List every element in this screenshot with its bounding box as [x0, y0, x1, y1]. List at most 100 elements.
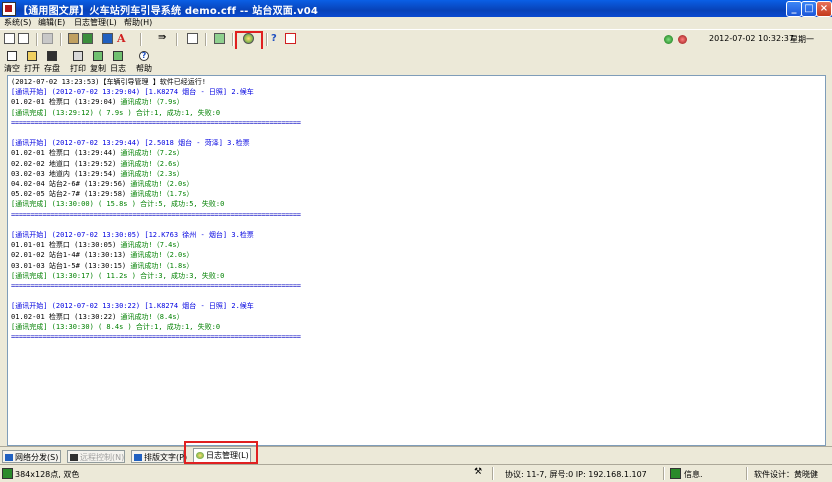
- tab-label: 远程控制(N): [80, 453, 125, 462]
- status-info: 信息.: [684, 470, 703, 479]
- layout-icon: [134, 454, 142, 461]
- log-line: ========================================…: [11, 118, 301, 127]
- log-success-text: 通讯成功!（2.0s）: [130, 251, 194, 260]
- tab-label: 排版文字(P): [144, 453, 188, 462]
- print-label: 打印: [70, 64, 86, 73]
- log-line: ========================================…: [11, 282, 301, 290]
- save-button[interactable]: 存盘: [43, 50, 61, 74]
- log-success-text: 通讯成功!（2.6s）: [120, 159, 184, 168]
- log-line: ========================================…: [11, 333, 301, 341]
- log-success-text: 通讯成功!（1.8s）: [130, 261, 194, 270]
- menu-system[interactable]: 系统(S): [4, 17, 31, 29]
- tools-icon[interactable]: [68, 33, 79, 44]
- remote-icon: [70, 454, 78, 461]
- log-entry-text: 04.02-04 站台2-6# (13:29:56): [11, 180, 131, 188]
- status-separator: [663, 467, 665, 480]
- picture-icon[interactable]: [82, 33, 93, 44]
- tab-network-distribution[interactable]: 网络分发(S): [2, 450, 61, 463]
- copy-label: 复制: [90, 64, 106, 73]
- help-label: 帮助: [136, 64, 152, 73]
- maximize-button[interactable]: □: [801, 1, 817, 17]
- help-icon[interactable]: ?: [271, 33, 282, 44]
- monitor-icon[interactable]: [102, 33, 113, 44]
- log-line: 04.02-04 站台2-6# (13:29:56) 通讯成功!（2.0s）: [11, 180, 193, 188]
- app-icon[interactable]: [2, 2, 16, 16]
- tab-label: 网络分发(S): [15, 453, 59, 462]
- menu-edit[interactable]: 编辑(E): [38, 17, 65, 29]
- menu-bar: 系统(S) 编辑(E) 日志管理(L) 帮助(H): [0, 17, 832, 29]
- log-button[interactable]: 日志: [109, 50, 127, 74]
- print-button[interactable]: 打印: [69, 50, 87, 74]
- clear-button[interactable]: 清空: [3, 50, 21, 74]
- printer-icon: [73, 51, 83, 61]
- save-disk-icon: [47, 51, 57, 61]
- minimize-button[interactable]: _: [786, 1, 802, 17]
- toolbar-separator: [205, 33, 207, 46]
- log-line: 01.02-01 检票口 (13:29:44) 通讯成功!（7.2s）: [11, 149, 184, 157]
- tab-remote-control[interactable]: 远程控制(N): [67, 450, 125, 463]
- close-button[interactable]: ×: [816, 1, 832, 17]
- toolbar-separator: [36, 33, 38, 46]
- log-line: 01.02-01 检票口 (13:30:22) 通讯成功!（8.4s）: [11, 313, 184, 321]
- title-bar[interactable]: 【通用图文屏】火车站列车引导系统 demo.cff -- 站台双面.v04 _ …: [0, 0, 832, 17]
- tools-status-icon: ⚒: [474, 467, 483, 477]
- datetime-display: 2012-07-02 10:32:37: [709, 34, 794, 43]
- log-line: ========================================…: [11, 210, 301, 219]
- toolbar-separator: [266, 33, 268, 46]
- log-line: 01.01-01 检票口 (13:30:05) 通讯成功!（7.4s）: [11, 241, 184, 249]
- display-icon: [2, 468, 13, 479]
- font-icon[interactable]: A: [117, 33, 128, 44]
- log-line: 05.02-05 站台2-7# (13:29:58) 通讯成功!（1.7s）: [11, 190, 193, 198]
- log-success-text: 通讯成功!（7.4s）: [120, 241, 184, 250]
- log-success-text: 通讯成功!（1.7s）: [130, 190, 194, 199]
- log-entry-text: 05.02-05 站台2-7# (13:29:58): [11, 190, 131, 199]
- document-icon[interactable]: [214, 33, 225, 44]
- copy-button[interactable]: 复制: [89, 50, 107, 74]
- log-panel[interactable]: (2012-07-02 13:23:53)【车辆引导管理 】软件已经运行! [通讯…: [7, 75, 826, 446]
- tab-bar: 网络分发(S) 远程控制(N) 排版文字(P) 日志管理(L): [0, 441, 832, 465]
- log-line: 01.02-01 检票口 (13:29:04) 通讯成功!（7.9s）: [11, 98, 184, 106]
- log-entry-text: 01.01-01 检票口 (13:30:05): [11, 241, 121, 250]
- window-title: 【通用图文屏】火车站列车引导系统 demo.cff -- 站台双面.v04: [18, 6, 319, 17]
- log-line: [通讯开始] (2012-07-02 13:29:44) [2.5018 烟台 …: [11, 139, 250, 148]
- tab-layout-text[interactable]: 排版文字(P): [131, 450, 188, 463]
- help-circle-icon: ?: [139, 51, 149, 61]
- open-button[interactable]: 打开: [23, 50, 41, 74]
- network-icon: [5, 454, 13, 461]
- status-bar: 384x128点, 双色 ⚒ 协议: 11-7, 屏号:0 IP: 192.16…: [0, 464, 832, 482]
- help-button[interactable]: ? 帮助: [135, 50, 153, 74]
- log-page-icon: [113, 51, 123, 61]
- log-line: [通讯完成] (13:30:17) ( 11.2s ) 合计:3, 成功:3, …: [11, 271, 225, 280]
- exit-icon[interactable]: [285, 33, 296, 44]
- log-line: 03.02-03 地道内 (13:29:54) 通讯成功!（2.3s）: [11, 170, 184, 178]
- log-entry-text: 03.02-03 地道内 (13:29:54): [11, 169, 121, 178]
- stop-icon[interactable]: [187, 33, 198, 44]
- status-led-red-icon: [678, 35, 687, 44]
- status-protocol: 协议: 11-7, 屏号:0 IP: 192.168.1.107: [505, 470, 647, 479]
- log-success-text: 通讯成功!（7.2s）: [120, 149, 184, 158]
- open-label: 打开: [24, 64, 40, 73]
- log-entry-text: 01.02-01 检票口 (13:29:44): [11, 149, 121, 158]
- log-line: [通讯完成] (13:30:00) ( 15.8s ) 合计:5, 成功:5, …: [11, 200, 225, 209]
- log-success-text: 通讯成功!（8.4s）: [120, 312, 184, 321]
- log-entry-text: 01.02-01 检票口 (13:30:22): [11, 312, 121, 321]
- weekday-display: 星期一: [790, 35, 814, 44]
- export-icon[interactable]: ⇛: [158, 33, 169, 44]
- copy-icon[interactable]: [18, 33, 29, 44]
- log-entry-text: 02.01-02 站台1-4# (13:30:13): [11, 251, 131, 260]
- disabled-tool-icon: [42, 33, 53, 44]
- log-label: 日志: [110, 64, 126, 73]
- save-label: 存盘: [44, 64, 60, 73]
- log-line: [通讯开始] (2012-07-02 13:30:05) [12.K763 徐州…: [11, 231, 254, 239]
- status-separator: [746, 467, 748, 480]
- clear-label: 清空: [4, 64, 20, 73]
- log-toolbar: 清空 打开 存盘 打印 复制 日志 ? 帮助: [0, 49, 832, 74]
- copy-page-icon: [93, 51, 103, 61]
- chart-icon: [670, 468, 681, 479]
- log-success-text: 通讯成功!（7.9s）: [120, 98, 184, 107]
- status-led-green-icon: [664, 35, 673, 44]
- menu-log-management[interactable]: 日志管理(L): [74, 17, 117, 29]
- log-line: 02.02-02 地道口 (13:29:52) 通讯成功!（2.6s）: [11, 160, 184, 168]
- new-icon[interactable]: [4, 33, 15, 44]
- menu-help[interactable]: 帮助(H): [124, 17, 152, 29]
